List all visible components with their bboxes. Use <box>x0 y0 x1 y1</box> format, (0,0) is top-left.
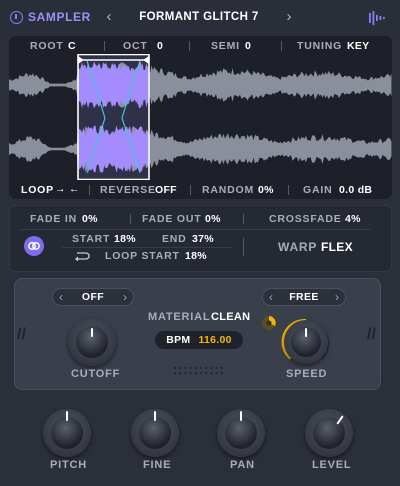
random-label: RANDOM <box>202 184 255 196</box>
root-value[interactable]: C <box>68 40 76 52</box>
divider <box>20 229 370 230</box>
sampler-tab[interactable]: SAMPLER <box>10 10 91 24</box>
cutoff-label: CUTOFF <box>71 368 121 380</box>
oct-label: OCT <box>123 40 148 52</box>
warp-label: WARP <box>278 240 318 254</box>
panel-grip-right-icon: // <box>367 326 376 343</box>
chevron-left-icon[interactable]: ‹ <box>269 290 273 304</box>
divider <box>104 41 105 51</box>
divider <box>288 185 289 195</box>
tuning-value[interactable]: KEY <box>347 40 370 52</box>
speed-knob[interactable] <box>284 320 328 364</box>
pan-knob-indicator <box>240 411 242 421</box>
divider <box>89 185 90 195</box>
bpm-display[interactable]: BPM 116.00 <box>155 331 243 349</box>
prev-preset-chevron-left-icon[interactable]: ‹ <box>102 9 116 25</box>
fade-in-value[interactable]: 0% <box>82 213 98 225</box>
gain-label: GAIN <box>303 184 333 196</box>
pitch-knob[interactable] <box>43 409 91 457</box>
drag-handle-dots-icon[interactable] <box>171 365 227 377</box>
fade-in-label: FADE IN <box>30 213 78 225</box>
fine-knob[interactable] <box>131 409 179 457</box>
start-label: START <box>72 233 111 245</box>
loop-label: LOOP <box>21 184 54 196</box>
divider <box>130 214 131 224</box>
cutoff-knob-indicator <box>91 328 93 337</box>
fine-knob-indicator <box>154 411 156 421</box>
chevron-right-icon[interactable]: › <box>123 290 127 304</box>
pitch-label: PITCH <box>50 459 87 471</box>
panel-grip-left-icon: // <box>17 326 26 343</box>
loop-row: LOOP → ← REVERSE OFF RANDOM 0% GAIN 0.0 … <box>9 180 392 199</box>
pan-knob-cap <box>225 417 257 449</box>
loop-start-label: LOOP START <box>105 250 180 262</box>
semi-label: SEMI <box>211 40 240 52</box>
end-value[interactable]: 37% <box>192 233 214 245</box>
filter-type-select[interactable]: ‹ OFF › <box>52 288 134 306</box>
fine-knob-cap <box>139 417 171 449</box>
pitch-knob-indicator <box>66 411 68 421</box>
speed-knob-indicator <box>305 328 307 337</box>
material-value[interactable]: CLEAN <box>211 311 250 323</box>
fine-label: FINE <box>143 459 172 471</box>
next-preset-chevron-right-icon[interactable]: › <box>282 9 296 25</box>
divider <box>190 185 191 195</box>
level-knob[interactable] <box>305 409 353 457</box>
loop-mode-value[interactable]: → ← <box>55 183 80 195</box>
power-icon[interactable] <box>10 10 23 24</box>
reverse-label: REVERSE <box>100 184 156 196</box>
gain-value[interactable]: 0.0 dB <box>339 184 372 196</box>
chevron-right-icon[interactable]: › <box>335 290 339 304</box>
pan-knob[interactable] <box>217 409 265 457</box>
bpm-value[interactable]: 116.00 <box>198 334 231 346</box>
root-label: ROOT <box>30 40 64 52</box>
crossfade-value[interactable]: 4% <box>345 213 361 225</box>
reverse-value[interactable]: OFF <box>155 184 177 196</box>
bpm-label: BPM <box>166 334 191 346</box>
fade-out-label: FADE OUT <box>142 213 202 225</box>
cutoff-knob[interactable] <box>68 318 116 366</box>
waveform-display[interactable] <box>9 54 392 180</box>
loop-start-value[interactable]: 18% <box>185 250 207 262</box>
divider <box>243 238 244 256</box>
divider <box>189 41 190 51</box>
waveform-view-icon[interactable] <box>368 10 386 26</box>
pitch-knob-cap <box>51 417 83 449</box>
sync-mode-value: FREE <box>289 291 319 303</box>
semi-value[interactable]: 0 <box>245 40 251 52</box>
fade-out-value[interactable]: 0% <box>205 213 221 225</box>
crossfade-label: CROSSFADE <box>269 213 342 225</box>
warp-value[interactable]: FLEX <box>321 240 353 254</box>
tuning-row: ROOT C OCT 0 SEMI 0 TUNING KEY <box>9 36 392 54</box>
chevron-left-icon[interactable]: ‹ <box>59 290 63 304</box>
waveform-channel-right <box>9 126 392 172</box>
level-label: LEVEL <box>312 459 352 471</box>
divider <box>243 214 244 224</box>
material-label: MATERIAL <box>148 311 211 323</box>
loop-icon <box>75 252 90 261</box>
pan-label: PAN <box>230 459 255 471</box>
divider <box>62 247 232 248</box>
link-toggle-button[interactable] <box>24 236 44 256</box>
filter-type-value: OFF <box>81 291 105 303</box>
sampler-label: SAMPLER <box>28 10 91 24</box>
speed-label: SPEED <box>286 368 328 380</box>
level-knob-cap <box>313 417 345 449</box>
preset-name[interactable]: FORMANT GLITCH 7 <box>120 11 278 23</box>
link-icon <box>28 242 40 250</box>
sync-mode-select[interactable]: ‹ FREE › <box>262 288 346 306</box>
waveform-channel-left <box>9 62 392 108</box>
random-value[interactable]: 0% <box>258 184 274 196</box>
start-value[interactable]: 18% <box>114 233 136 245</box>
end-label: END <box>162 233 187 245</box>
divider <box>281 41 282 51</box>
tuning-label: TUNING <box>297 40 343 52</box>
speed-mod-icon[interactable] <box>259 313 279 333</box>
oct-value[interactable]: 0 <box>157 40 163 52</box>
